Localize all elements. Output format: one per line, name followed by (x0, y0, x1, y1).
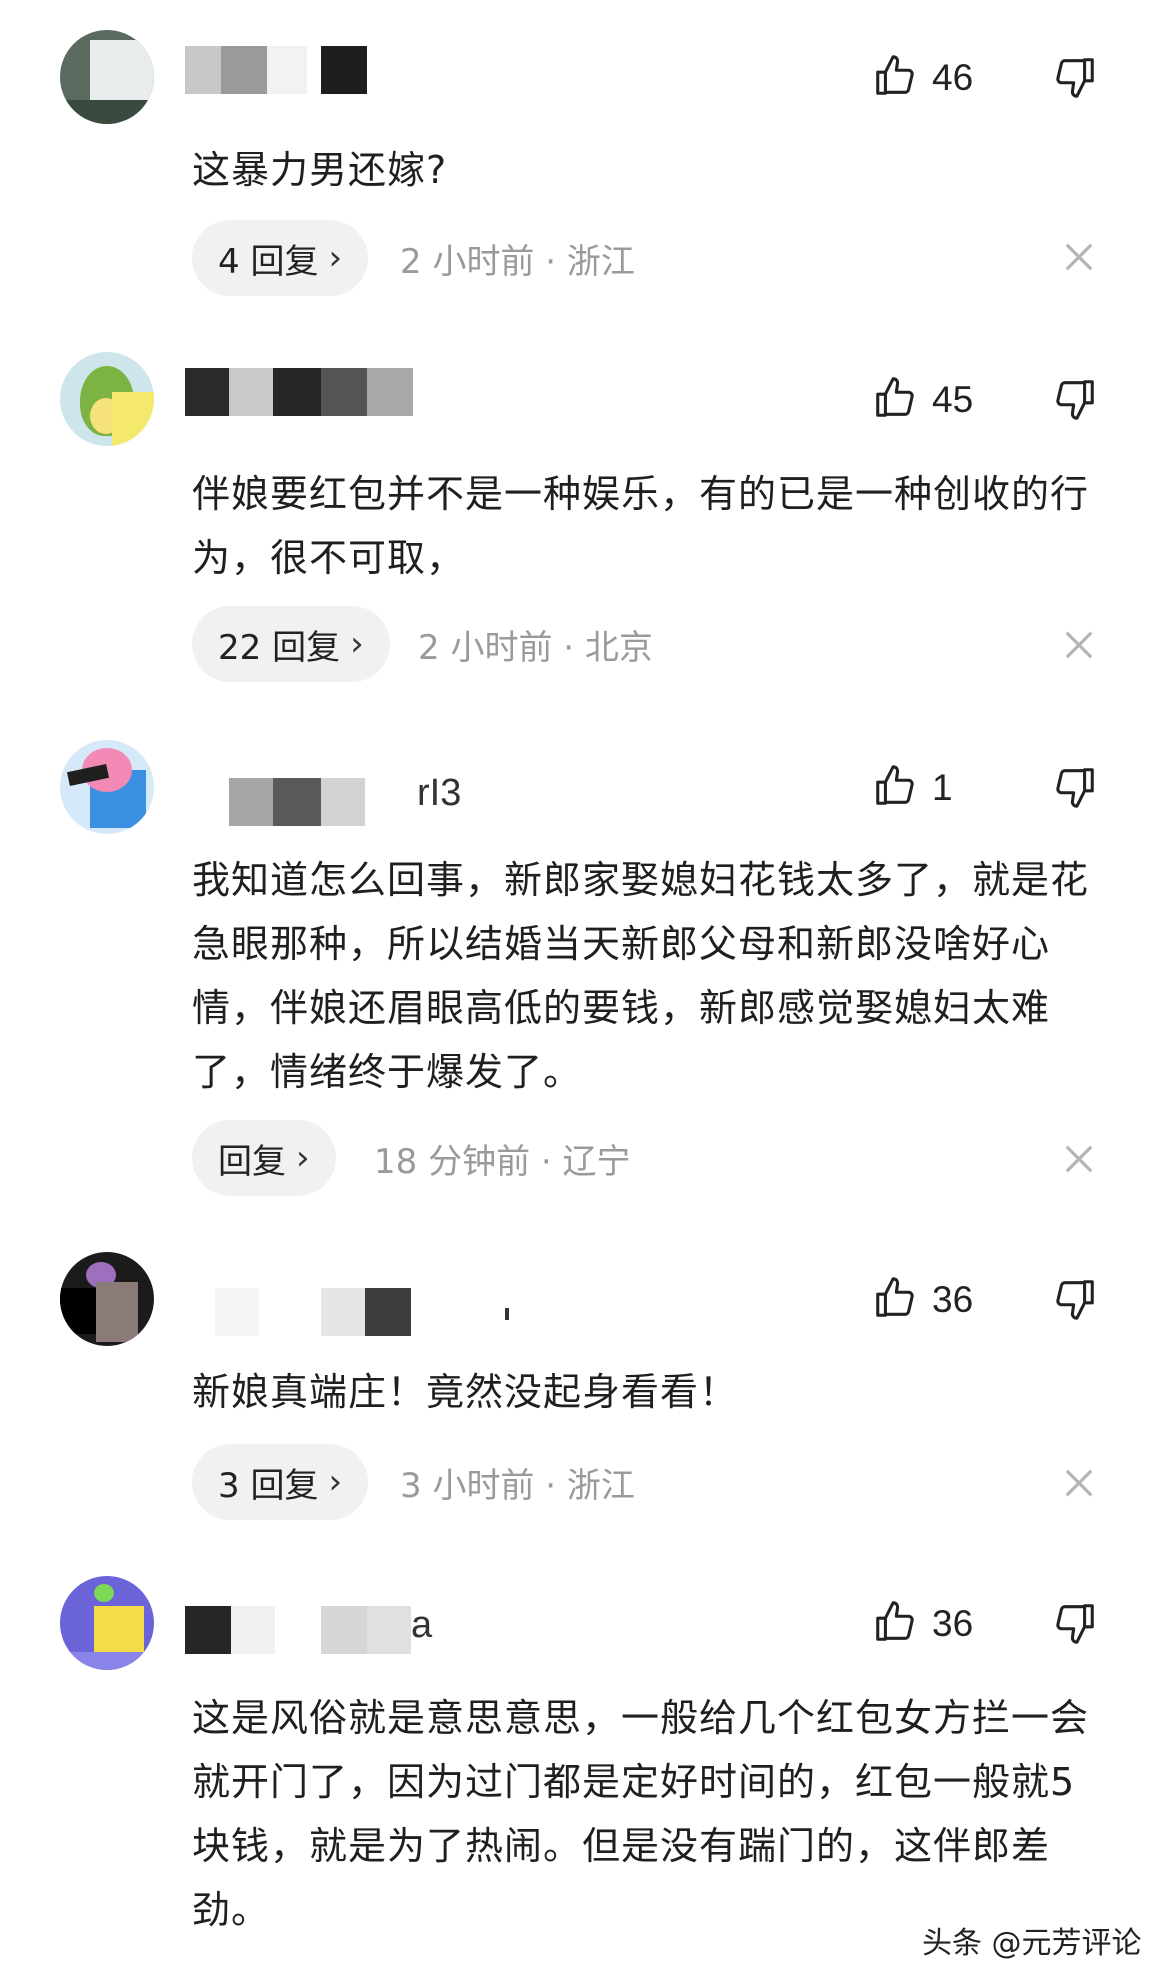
thumbs-down-icon (1052, 58, 1098, 104)
avatar[interactable] (60, 740, 154, 834)
close-icon[interactable] (1058, 236, 1100, 278)
thumbs-down-icon (1052, 1280, 1098, 1326)
thumbs-up-icon (872, 763, 918, 813)
close-icon[interactable] (1058, 624, 1100, 666)
chevron-right-icon: › (328, 1462, 343, 1502)
like-count: 46 (932, 57, 974, 98)
like-button[interactable]: 1 (872, 758, 953, 818)
comment-meta: 3 小时前 · 浙江 (400, 1465, 635, 1506)
like-button[interactable]: 36 (872, 1594, 973, 1654)
dislike-button[interactable] (1052, 1600, 1102, 1650)
thumbs-up-icon (872, 1275, 918, 1325)
comment-text: 这是风俗就是意思意思，一般给几个红包女方拦一会就开门了，因为过门都是定好时间的，… (192, 1696, 1090, 1932)
thumbs-up-icon (872, 1599, 918, 1649)
dislike-button[interactable] (1052, 1276, 1102, 1326)
like-button[interactable]: 36 (872, 1270, 973, 1330)
comment-meta: 2 小时前 · 浙江 (400, 241, 635, 282)
like-count: 1 (932, 767, 953, 808)
comment-meta: 18 分钟前 · 辽宁 (374, 1141, 631, 1182)
avatar[interactable] (60, 1576, 154, 1670)
username-fragment: a (411, 1604, 433, 1646)
thumbs-up-icon (872, 375, 918, 425)
dislike-button[interactable] (1052, 54, 1102, 104)
chevron-right-icon: › (328, 238, 343, 278)
avatar[interactable] (60, 1252, 154, 1346)
avatar[interactable] (60, 30, 154, 124)
thumbs-down-icon (1052, 380, 1098, 426)
avatar[interactable] (60, 352, 154, 446)
like-count: 36 (932, 1603, 974, 1644)
thumbs-down-icon (1052, 768, 1098, 814)
thumbs-down-icon (1052, 1604, 1098, 1650)
watermark: 头条 @元芳评论 (922, 1926, 1142, 1961)
reply-label: 3 回复 (218, 1465, 319, 1506)
comment-text: 这暴力男还嫁? (192, 148, 448, 192)
like-count: 36 (932, 1279, 974, 1320)
comment-text: 伴娘要红包并不是一种娱乐，有的已是一种创收的行为，很不可取， (192, 472, 1090, 580)
username-fragment: rI3 (417, 772, 462, 814)
dislike-button[interactable] (1052, 764, 1102, 814)
reply-button[interactable]: 22 回复 › (192, 606, 390, 682)
reply-button[interactable]: 4 回复 › (192, 220, 369, 296)
reply-label: 22 回复 (218, 627, 341, 668)
like-button[interactable]: 46 (872, 48, 973, 108)
reply-label: 回复 (218, 1141, 286, 1182)
comment-text: 新娘真端庄！竟然没起身看看！ (192, 1370, 739, 1414)
close-icon[interactable] (1058, 1462, 1100, 1504)
reply-label: 4 回复 (218, 241, 319, 282)
thumbs-up-icon (872, 53, 918, 103)
close-icon[interactable] (1058, 1138, 1100, 1180)
chevron-right-icon: › (350, 624, 364, 664)
dislike-button[interactable] (1052, 376, 1102, 426)
like-button[interactable]: 45 (872, 370, 973, 430)
comment-meta: 2 小时前 · 北京 (418, 627, 653, 668)
like-count: 45 (932, 379, 974, 420)
comment-text: 我知道怎么回事，新郎家娶媳妇花钱太多了，就是花急眼那种，所以结婚当天新郎父母和新… (192, 858, 1090, 1094)
reply-button[interactable]: 3 回复 › (192, 1444, 369, 1520)
reply-button[interactable]: 回复 › (192, 1120, 336, 1196)
chevron-right-icon: › (296, 1138, 310, 1178)
